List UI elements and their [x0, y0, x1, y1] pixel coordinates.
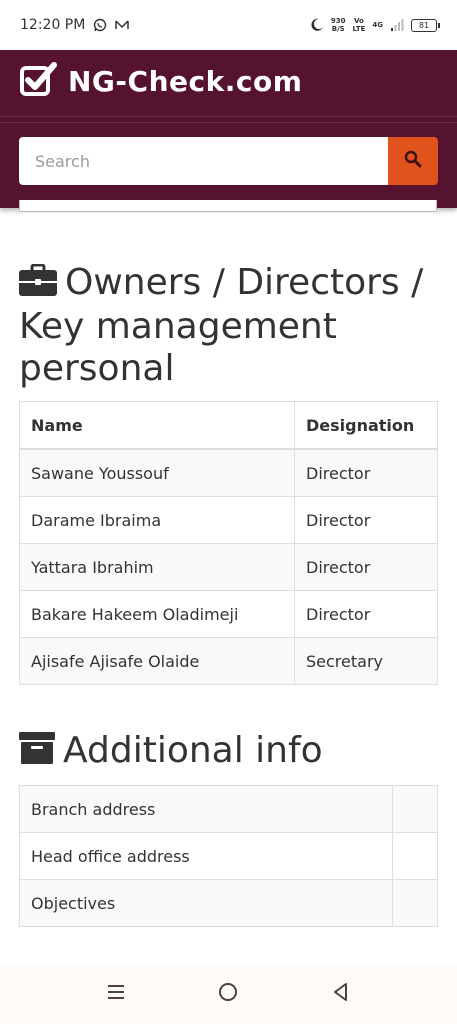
table-header-row: Name Designation: [19, 401, 438, 450]
header-divider: [0, 122, 457, 123]
owners-table: Name Designation Sawane Youssouf Directo…: [19, 401, 438, 685]
whatsapp-icon: [93, 18, 107, 32]
recent-apps-button[interactable]: [106, 982, 126, 1006]
table-row: Bakare Hakeem Oladimeji Director: [19, 590, 438, 638]
info-label: Head office address: [19, 832, 393, 880]
mail-icon: [115, 18, 130, 32]
owner-designation: Director: [294, 590, 438, 638]
additional-info-table: Branch address Head office address Objec…: [19, 785, 438, 927]
owner-name: Darame Ibraima: [19, 496, 295, 544]
owner-designation: Director: [294, 496, 438, 544]
search-button[interactable]: [388, 137, 438, 185]
archive-box-icon: [19, 732, 55, 774]
table-row: Branch address: [19, 785, 438, 833]
owner-designation: Director: [294, 543, 438, 591]
owner-name: Sawane Youssouf: [19, 448, 295, 497]
system-navigation-bar: [0, 964, 457, 1024]
moon-icon: [310, 18, 324, 32]
owner-name: Yattara Ibrahim: [19, 543, 295, 591]
info-label: Objectives: [19, 879, 393, 927]
header-divider: [0, 116, 457, 117]
briefcase-icon: [19, 263, 57, 306]
search-input[interactable]: [19, 137, 388, 185]
site-header: NG-Check.com: [0, 50, 457, 212]
search-icon: [404, 150, 422, 172]
additional-info-title: Additional info: [19, 730, 439, 774]
table-row: Objectives: [19, 879, 438, 927]
signal-icon: [390, 18, 404, 32]
owners-section-title: Owners / Directors / Key management pers…: [19, 262, 424, 389]
brand-name: NG-Check.com: [68, 64, 303, 98]
table-row: Sawane Youssouf Director: [19, 448, 438, 497]
table-row: Darame Ibraima Director: [19, 496, 438, 544]
column-header-designation: Designation: [294, 401, 438, 450]
table-row: Ajisafe Ajisafe Olaide Secretary: [19, 637, 438, 685]
checkbox-logo-icon: [20, 62, 58, 100]
brand-logo[interactable]: NG-Check.com: [20, 62, 302, 100]
info-label: Branch address: [19, 785, 393, 833]
info-value: [392, 785, 438, 833]
status-bar: 12:20 PM 930 B/S Vo LTE 4G 81: [0, 0, 457, 50]
table-row: Head office address: [19, 832, 438, 880]
battery-icon: 81: [411, 18, 440, 32]
volte-indicator: Vo LTE: [352, 17, 366, 33]
home-button[interactable]: [218, 982, 238, 1006]
search-bar: [19, 137, 438, 185]
table-row: Yattara Ibrahim Director: [19, 543, 438, 591]
info-value: [392, 832, 438, 880]
status-time: 12:20 PM: [20, 17, 86, 33]
owner-name: Bakare Hakeem Oladimeji: [19, 590, 295, 638]
column-header-name: Name: [19, 401, 295, 450]
owner-name: Ajisafe Ajisafe Olaide: [19, 637, 295, 685]
network-speed: 930 B/S: [330, 17, 346, 33]
owner-designation: Director: [294, 448, 438, 497]
back-button[interactable]: [331, 982, 351, 1006]
header-tab-strip: [19, 200, 437, 212]
info-value: [392, 879, 438, 927]
network-type: 4G: [372, 21, 383, 29]
owner-designation: Secretary: [294, 637, 438, 685]
